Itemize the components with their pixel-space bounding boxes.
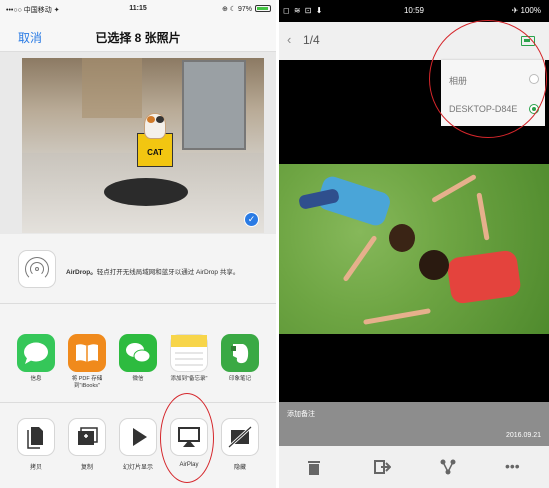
share-app-label: 信息 [30, 376, 42, 382]
action-copy[interactable]: 拷贝 [12, 418, 60, 471]
slideshow-icon [119, 418, 157, 456]
viewer-top-bar: ‹ 1/4 [279, 22, 549, 60]
android-status-bar: ◻ ≋ ⊡ ⬇ 10:59 ✈ 100% [279, 0, 549, 22]
share-app-label: 将 PDF 存储到"iBooks" [71, 376, 103, 389]
cast-icon[interactable] [521, 36, 535, 46]
photo-counter: 1/4 [303, 33, 320, 47]
clock-label: 10:59 [403, 6, 425, 15]
action-label: 拷贝 [29, 465, 42, 471]
selected-photo-cat[interactable]: CAT [22, 58, 264, 233]
action-label: AirPlay [179, 462, 199, 468]
airdrop-icon[interactable] [18, 250, 56, 288]
add-note-button[interactable]: 添加备注 [287, 409, 315, 419]
action-label: 隐藏 [233, 465, 246, 471]
menu-item-label: 相册 [449, 76, 468, 86]
radio-icon [529, 74, 539, 84]
action-label: 复制 [80, 465, 93, 471]
share-app-label: 微信 [132, 376, 144, 382]
share-app-wechat[interactable]: 微信 [114, 334, 162, 383]
share-app-messages[interactable]: 信息 [12, 334, 60, 383]
caption-bar: 添加备注 2016.09.21 [279, 402, 549, 446]
share-app-notes[interactable]: 添加到"备忘录" [165, 334, 213, 383]
photo-background-door [82, 58, 142, 118]
menu-item-desktop[interactable]: DESKTOP-D84E [441, 94, 545, 124]
photo-kid-head [389, 224, 415, 252]
cast-target-menu: 相册 DESKTOP-D84E [441, 60, 545, 126]
share-app-ibooks[interactable]: 将 PDF 存储到"iBooks" [63, 334, 111, 390]
action-duplicate[interactable]: 复制 [63, 418, 111, 471]
ios-status-bar: •••○○ 中国移动 ✦ 11:15 ⊕ ☾ 97% [0, 0, 276, 18]
airdrop-name: AirDrop。 [66, 269, 97, 276]
action-label: 幻灯片显示 [122, 465, 153, 471]
hide-icon [221, 418, 259, 456]
airplay-icon [170, 418, 208, 456]
android-viewer-screen: ◻ ≋ ⊡ ⬇ 10:59 ✈ 100% ‹ 1/4 相册 DESKTOP-D8… [279, 0, 549, 488]
radio-selected-icon [529, 104, 539, 114]
share-actions-row: 拷贝 复制 幻灯片显示 AirPlay 隐藏 [0, 404, 276, 488]
ios-nav-bar: 取消 已选择 8 张照片 [0, 18, 276, 52]
battery-icon [255, 5, 271, 12]
notes-icon [170, 334, 208, 372]
photo-kid-head [419, 250, 449, 280]
viewer-bottom-toolbar: ••• [279, 446, 549, 488]
copy-icon [17, 418, 55, 456]
action-airplay[interactable]: AirPlay [165, 418, 213, 468]
airdrop-hint: 轻点打开无线局域网和蓝牙以通过 AirDrop 共享。 [96, 269, 240, 276]
photo-arm [342, 234, 378, 283]
photo-arm [363, 308, 431, 325]
trash-icon[interactable] [305, 458, 323, 476]
photo-kid-red-shirt [446, 249, 522, 305]
robot-vacuum [104, 178, 188, 206]
page-title: 已选择 8 张照片 [95, 31, 181, 45]
photo-date: 2016.09.21 [505, 432, 541, 439]
share-app-evernote[interactable]: 印象笔记 [216, 334, 264, 383]
menu-item-label: DESKTOP-D84E [449, 104, 518, 114]
action-slideshow[interactable]: 幻灯片显示 [114, 418, 162, 471]
selected-check-icon[interactable]: ✓ [244, 212, 259, 227]
menu-item-album[interactable]: 相册 [441, 64, 545, 94]
more-icon[interactable]: ••• [505, 458, 529, 476]
screenshot-canvas: •••○○ 中国移动 ✦ 11:15 ⊕ ☾ 97% 取消 已选择 8 张照片 … [0, 0, 549, 488]
airdrop-row: AirDrop。轻点打开无线局域网和蓝牙以通过 AirDrop 共享。 [0, 236, 276, 304]
share-app-label: 添加到"备忘录" [170, 376, 208, 382]
photo-arm [431, 173, 477, 204]
airdrop-description: AirDrop。轻点打开无线局域网和蓝牙以通过 AirDrop 共享。 [66, 266, 239, 276]
duplicate-icon [68, 418, 106, 456]
photo-background-fridge [182, 60, 246, 150]
cat-figure [144, 113, 166, 139]
share-apps-row: 信息 将 PDF 存储到"iBooks" 微信 添加到"备忘录" 印象笔记 [0, 305, 276, 403]
share-app-label: 印象笔记 [228, 376, 251, 382]
share-icon[interactable] [439, 458, 457, 476]
back-arrow-icon[interactable]: ‹ [287, 32, 291, 47]
battery-label: ✈ 100% [511, 6, 541, 15]
export-icon[interactable] [373, 458, 392, 476]
action-hide[interactable]: 隐藏 [216, 418, 264, 471]
ios-share-screen: •••○○ 中国移动 ✦ 11:15 ⊕ ☾ 97% 取消 已选择 8 张照片 … [0, 0, 276, 488]
battery-label: ⊕ ☾ 97% [221, 6, 252, 13]
ibooks-icon [68, 334, 106, 372]
photo-arm [476, 192, 490, 241]
evernote-icon [221, 334, 259, 372]
photo-strip[interactable]: CAT ✓ [0, 52, 276, 234]
wechat-icon [119, 334, 157, 372]
messages-icon [17, 334, 55, 372]
kids-on-grass-photo[interactable] [279, 164, 549, 334]
